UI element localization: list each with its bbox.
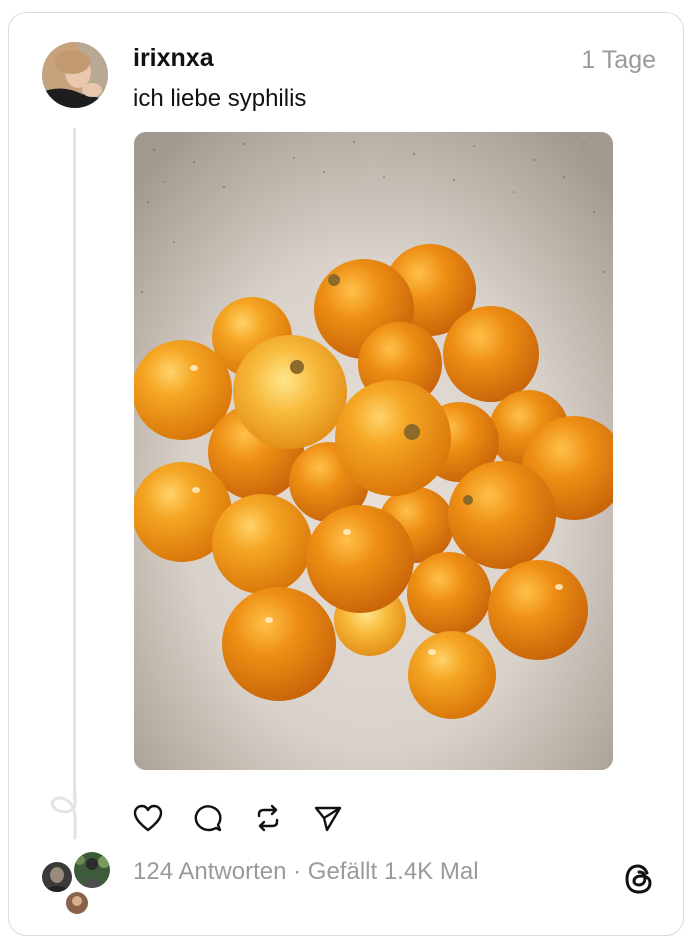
replies-count-link[interactable]: 124 Antworten [133, 858, 286, 885]
reply-avatar [64, 890, 90, 916]
reply-button[interactable] [191, 801, 225, 835]
repost-button[interactable] [251, 801, 285, 835]
threads-logo-icon[interactable] [622, 862, 656, 896]
reply-avatar-image [42, 862, 72, 892]
heart-icon [133, 804, 163, 832]
avatar-image [42, 42, 108, 108]
repost-icon [257, 804, 279, 832]
post-text: ich liebe syphilis [133, 85, 307, 112]
reply-avatar [40, 860, 74, 894]
stats-separator: · [286, 858, 308, 885]
author-username[interactable]: irixnxa [133, 44, 214, 73]
post-image[interactable] [134, 132, 613, 770]
reply-avatar-image [66, 892, 88, 914]
post-actions [131, 800, 345, 836]
author-avatar[interactable] [42, 42, 108, 108]
post-stats: 124 Antworten · Gefällt 1.4K Mal [133, 858, 479, 886]
like-button[interactable] [131, 801, 165, 835]
likes-count-link[interactable]: Gefällt 1.4K Mal [308, 858, 479, 885]
comment-icon [194, 805, 222, 832]
send-icon [314, 806, 342, 832]
thread-line [73, 128, 76, 800]
fruit-bowl-photo [134, 132, 613, 770]
share-button[interactable] [311, 801, 345, 835]
reply-avatar-image [74, 852, 110, 888]
reply-avatars[interactable] [40, 850, 114, 916]
reply-avatar [72, 850, 112, 890]
post-timestamp: 1 Tage [581, 46, 656, 74]
thread-loop-icon [50, 790, 77, 840]
